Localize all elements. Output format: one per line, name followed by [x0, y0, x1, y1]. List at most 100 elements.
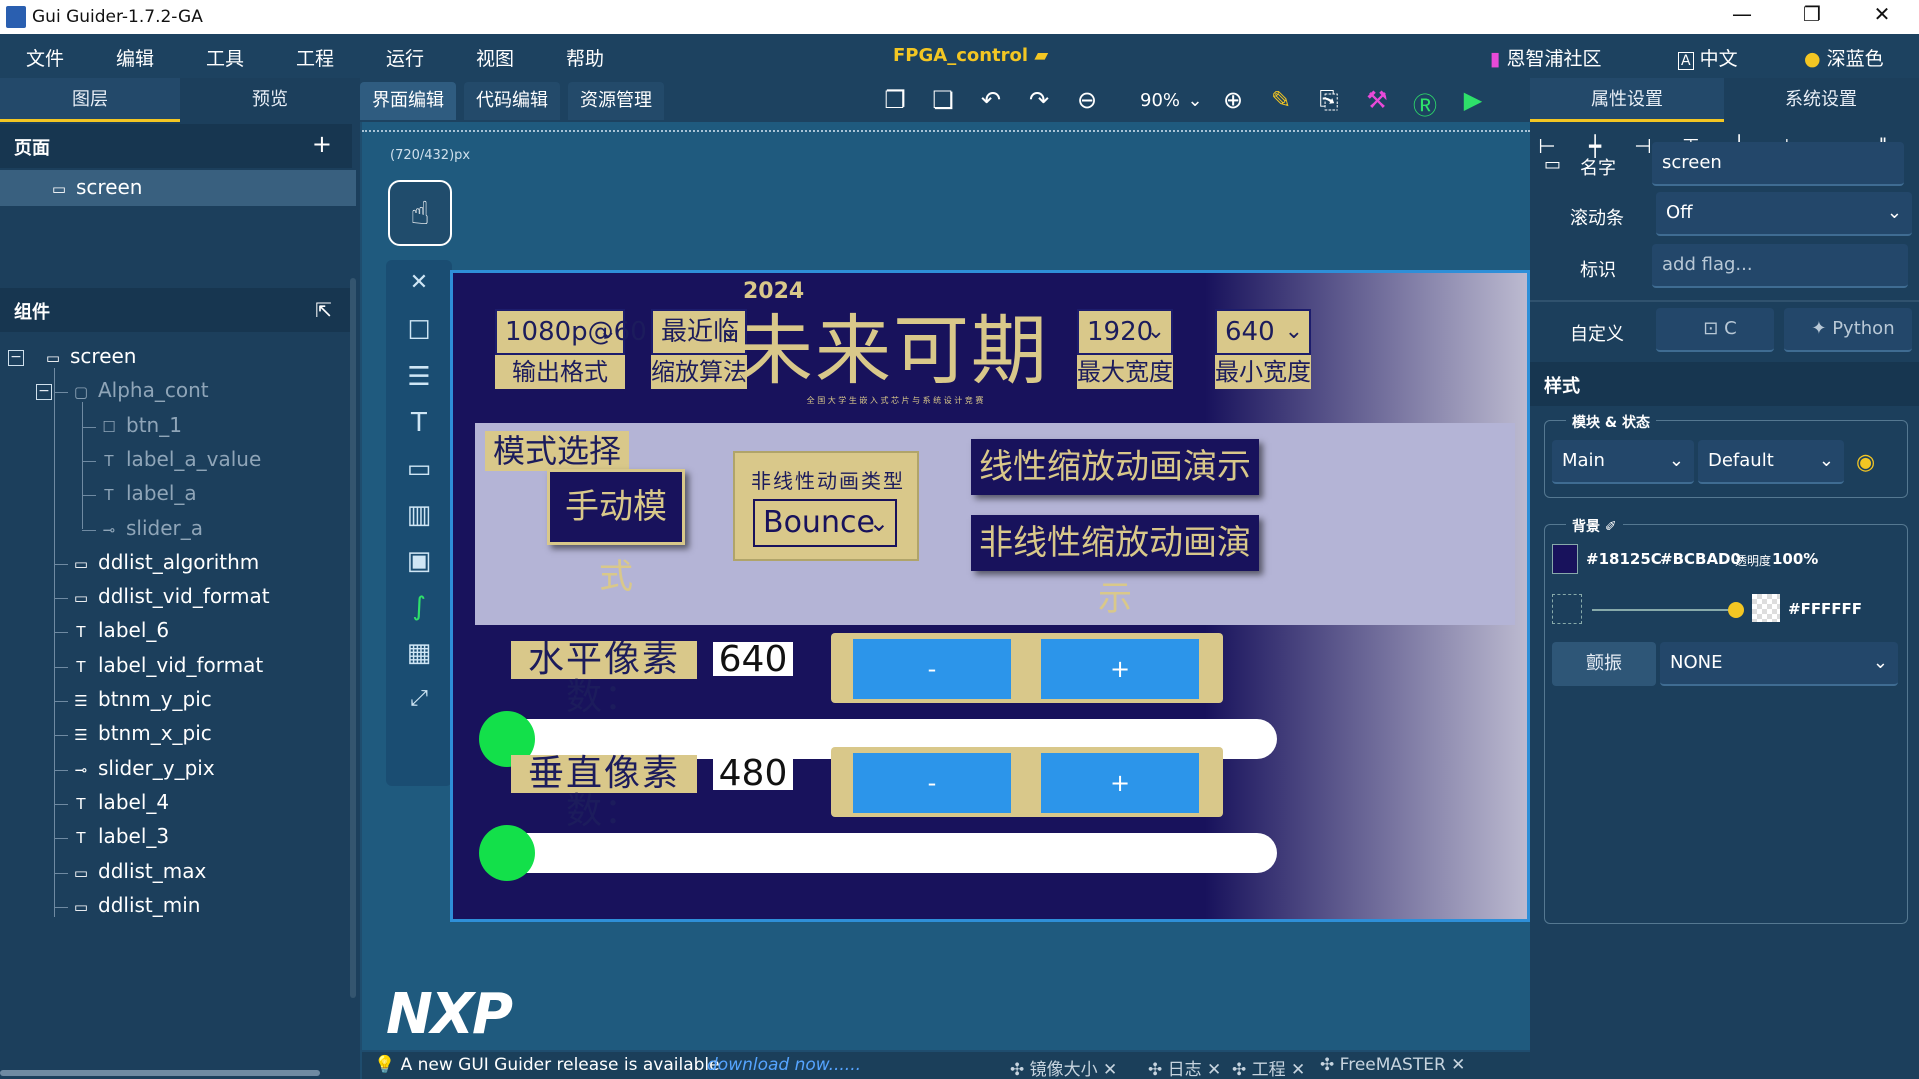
tab-resources[interactable]: 资源管理 — [568, 82, 664, 120]
v-minus-button[interactable]: - — [853, 753, 1011, 813]
image-opacity-knob[interactable] — [1728, 602, 1744, 618]
zoom-in-icon[interactable]: ⊕ — [1218, 86, 1248, 114]
tab-log[interactable]: ✣ 日志 ✕ — [1148, 1055, 1221, 1079]
build-icon[interactable]: ⚒ — [1362, 86, 1392, 114]
custom-c-button[interactable]: ⊡ C — [1656, 308, 1774, 352]
nonlinear-anim-button[interactable]: 非线性缩放动画演示 — [971, 515, 1259, 619]
ddlist-max[interactable]: 1920 ⌄ — [1077, 309, 1173, 355]
page-item-screen[interactable]: ▭ screen — [0, 170, 356, 206]
collapse-toggle-icon[interactable]: − — [36, 384, 52, 401]
manual-mode-button[interactable]: 手动模式 — [547, 469, 685, 597]
dither-select[interactable]: NONE ⌄ — [1660, 642, 1898, 686]
label-widget-icon[interactable]: T — [390, 400, 448, 446]
design-screen[interactable]: 1080p@60 ⌄ 输出格式 最近临 ⌄ 缩放算法 2024 未来可期 全 国 大… — [450, 270, 1530, 922]
tab-preview[interactable]: 预览 — [180, 78, 360, 122]
tree-item[interactable]: ☰ btnm_x_pic — [70, 721, 212, 745]
tree-scrollbar[interactable] — [350, 278, 356, 998]
tab-code-editor[interactable]: 代码编辑 — [464, 82, 560, 120]
community-link[interactable]: ▮ 恩智浦社区 — [1490, 44, 1602, 71]
tab-properties[interactable]: 属性设置 — [1530, 78, 1724, 122]
name-input[interactable]: screen — [1652, 142, 1904, 186]
chart-widget-icon[interactable]: ▥ — [390, 492, 448, 538]
slider-y-knob[interactable] — [479, 825, 535, 881]
clean-icon[interactable]: ✎ — [1266, 86, 1296, 114]
bg-grad-color-value[interactable]: #BCBAD0 — [1660, 550, 1741, 568]
ddlist-vid-format[interactable]: 1080p@60 ⌄ — [495, 309, 647, 355]
tree-item[interactable]: ⊸ slider_y_pix — [70, 756, 215, 780]
curve-widget-icon[interactable]: ∫ — [390, 584, 448, 630]
tab-freemaster[interactable]: ✣ FreeMASTER ✕ — [1320, 1055, 1465, 1075]
h-minus-button[interactable]: - — [853, 639, 1011, 699]
menu-run[interactable]: 运行 — [386, 44, 424, 71]
tree-item[interactable]: Tlabel_vid_format — [70, 653, 263, 677]
collapse-icon[interactable]: ✕ — [390, 260, 448, 306]
slider-y-track[interactable] — [493, 833, 1277, 873]
menu-project[interactable]: 工程 — [296, 44, 334, 71]
opacity-value[interactable]: 100% — [1772, 550, 1818, 568]
tree-item[interactable]: ▭ ddlist_max — [70, 859, 206, 883]
alpha-cont[interactable]: 模式选择 手动模式 非线性动画类型 Bounce ⌄ 线性缩放动画演示 非线性缩放… — [475, 423, 1515, 625]
collapse-toggle-icon[interactable]: − — [8, 350, 24, 366]
run-icon[interactable]: ▶ — [1458, 86, 1488, 114]
image-opacity-slider[interactable] — [1592, 609, 1732, 611]
maximize-button[interactable]: ❐ — [1792, 2, 1832, 26]
tree-item[interactable]: ▭ ddlist_vid_format — [70, 584, 270, 608]
menu-edit[interactable]: 编辑 — [116, 44, 154, 71]
expand-icon[interactable]: ⤢ — [390, 676, 448, 722]
linear-anim-button[interactable]: 线性缩放动画演示 — [971, 439, 1259, 495]
input-widget-icon[interactable]: ▭ — [390, 446, 448, 492]
tree-hscrollbar[interactable] — [0, 1070, 320, 1076]
minimize-button[interactable]: — — [1722, 2, 1762, 26]
tab-system[interactable]: 系统设置 — [1724, 78, 1918, 122]
anim-type-dropdown[interactable]: Bounce ⌄ — [753, 499, 897, 547]
h-plus-button[interactable]: + — [1041, 639, 1199, 699]
imgbutton-widget-icon[interactable]: ☰ — [390, 354, 448, 400]
close-button[interactable]: ✕ — [1862, 2, 1902, 26]
img-color-swatch[interactable] — [1752, 594, 1780, 622]
tab-ui-editor[interactable]: 界面编辑 — [360, 82, 456, 120]
menu-help[interactable]: 帮助 — [566, 44, 604, 71]
scrollbar-select[interactable]: Off ⌄ — [1656, 192, 1912, 236]
tree-item[interactable]: ☐ btn_1 — [98, 413, 182, 437]
qrcode-widget-icon[interactable]: ▦ — [390, 630, 448, 676]
v-plus-button[interactable]: + — [1041, 753, 1199, 813]
custom-python-button[interactable]: ✦ Python — [1784, 308, 1912, 352]
zoom-dropdown-icon[interactable]: ⌄ — [1180, 90, 1210, 111]
tree-item[interactable]: ▭ ddlist_algorithm — [70, 550, 259, 574]
img-color-value[interactable]: #FFFFFF — [1788, 600, 1862, 618]
tab-image-size[interactable]: ✣ 镜像大小 ✕ — [1010, 1055, 1117, 1079]
tree-item[interactable]: Tlabel_6 — [70, 618, 169, 642]
state-select[interactable]: Default ⌄ — [1698, 440, 1844, 484]
language-switch[interactable]: A 中文 — [1678, 44, 1738, 71]
bg-color-value[interactable]: #18125C — [1586, 550, 1662, 568]
part-select[interactable]: Main ⌄ — [1552, 440, 1694, 484]
ddlist-min[interactable]: 640 ⌄ — [1215, 309, 1311, 355]
image-widget-icon[interactable]: ▣ — [390, 538, 448, 584]
tree-item[interactable]: ▭ ddlist_min — [70, 893, 201, 917]
eye-icon[interactable]: ◉ — [1856, 450, 1875, 475]
bg-color-swatch[interactable] — [1552, 544, 1578, 574]
tree-item[interactable]: ⊸ slider_a — [98, 516, 203, 540]
send-back-icon[interactable]: ❏ — [928, 86, 958, 114]
image-placeholder-icon[interactable] — [1552, 594, 1582, 624]
add-page-icon[interactable]: + — [312, 130, 332, 158]
zoom-level[interactable]: 90% — [1140, 90, 1180, 111]
bring-front-icon[interactable]: ❐ — [880, 86, 910, 114]
tab-layers[interactable]: 图层 — [0, 78, 180, 122]
flag-input[interactable]: add flag... — [1652, 244, 1908, 288]
download-link[interactable]: download now...... — [707, 1055, 861, 1075]
menu-tools[interactable]: 工具 — [206, 44, 244, 71]
hand-tool-icon[interactable]: ☝ — [388, 180, 452, 246]
zoom-out-icon[interactable]: ⊖ — [1072, 86, 1102, 114]
theme-switch[interactable]: ● 深蓝色 — [1804, 44, 1884, 71]
tab-project[interactable]: ✣ 工程 ✕ — [1232, 1055, 1305, 1079]
tree-item[interactable]: Tlabel_4 — [70, 790, 169, 814]
redo-icon[interactable]: ↷ — [1024, 86, 1054, 114]
menu-view[interactable]: 视图 — [476, 44, 514, 71]
generate-code-icon[interactable]: ⎘ — [1314, 86, 1344, 114]
tree-item[interactable]: Tlabel_a — [98, 481, 196, 505]
tree-item[interactable]: ▭ screen — [42, 344, 137, 368]
tree-item[interactable]: ☰ btnm_y_pic — [70, 687, 212, 711]
register-icon[interactable]: Ⓡ — [1410, 86, 1440, 121]
button-widget-icon[interactable]: ☐ — [390, 308, 448, 354]
